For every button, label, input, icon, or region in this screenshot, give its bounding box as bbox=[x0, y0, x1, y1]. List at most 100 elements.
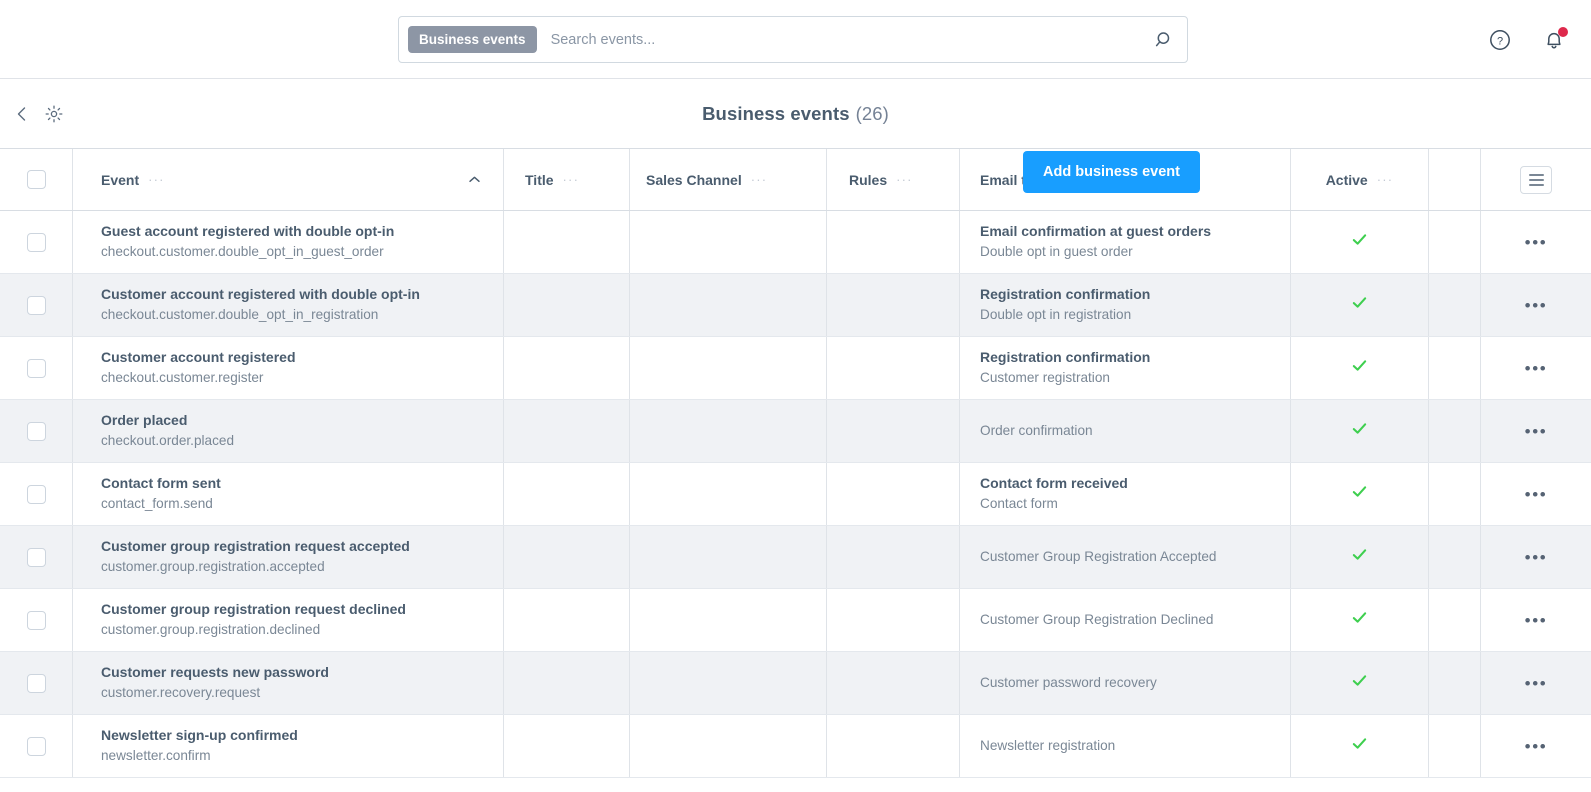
row-checkbox[interactable] bbox=[26, 421, 46, 441]
check-icon bbox=[1351, 231, 1368, 253]
cell-title bbox=[503, 337, 629, 399]
cell-active bbox=[1290, 337, 1428, 399]
select-all-checkbox[interactable] bbox=[26, 170, 46, 189]
cell-spacer bbox=[1428, 526, 1480, 588]
cell-spacer bbox=[1428, 274, 1480, 336]
column-header-active[interactable]: Active ··· bbox=[1290, 149, 1428, 210]
cell-event-key: newsletter.confirm bbox=[101, 748, 211, 764]
column-header-rules[interactable]: Rules ··· bbox=[826, 149, 959, 210]
row-checkbox[interactable] bbox=[26, 484, 46, 504]
row-context-menu-icon[interactable]: ••• bbox=[1525, 486, 1548, 503]
cell-email-template-sub: Double opt in registration bbox=[980, 307, 1132, 323]
notification-badge bbox=[1558, 26, 1568, 37]
row-checkbox[interactable] bbox=[26, 547, 46, 567]
table-row[interactable]: Customer group registration request acce… bbox=[0, 526, 1591, 589]
cell-event[interactable]: Contact form sent contact_form.send bbox=[72, 463, 503, 525]
row-checkbox[interactable] bbox=[26, 232, 46, 252]
page-title-count: (26) bbox=[855, 103, 889, 124]
check-icon bbox=[1351, 735, 1368, 757]
check-icon bbox=[1351, 357, 1368, 379]
cell-email-template-sub: Contact form bbox=[980, 496, 1058, 512]
column-header-sales-channel[interactable]: Sales Channel ··· bbox=[629, 149, 826, 210]
search-icon[interactable] bbox=[1155, 30, 1175, 50]
cell-event[interactable]: Customer account registered checkout.cust… bbox=[72, 337, 503, 399]
cell-event[interactable]: Customer account registered with double … bbox=[72, 274, 503, 336]
check-icon bbox=[1351, 672, 1368, 694]
column-header-rules-label: Rules bbox=[849, 171, 888, 188]
cell-event[interactable]: Order placed checkout.order.placed bbox=[72, 400, 503, 462]
column-menu-title-icon[interactable]: ··· bbox=[563, 173, 580, 186]
table-row[interactable]: Customer account registered with double … bbox=[0, 274, 1591, 337]
cell-active bbox=[1290, 400, 1428, 462]
column-menu-active-icon[interactable]: ··· bbox=[1377, 173, 1394, 186]
cell-sales-channel bbox=[629, 652, 826, 714]
cell-event-key: checkout.order.placed bbox=[101, 433, 235, 449]
cell-active bbox=[1290, 274, 1428, 336]
row-context-menu-icon[interactable]: ••• bbox=[1525, 612, 1548, 629]
table-row[interactable]: Contact form sent contact_form.send Contac… bbox=[0, 463, 1591, 526]
row-checkbox[interactable] bbox=[26, 358, 46, 378]
table-row[interactable]: Order placed checkout.order.placed Order c… bbox=[0, 400, 1591, 463]
row-context-menu-icon[interactable]: ••• bbox=[1525, 234, 1548, 251]
row-context-menu-icon[interactable]: ••• bbox=[1525, 549, 1548, 566]
cell-email-template: Customer Group Registration Declined bbox=[959, 589, 1290, 651]
row-context-menu-icon[interactable]: ••• bbox=[1525, 297, 1548, 314]
column-header-title[interactable]: Title ··· bbox=[503, 149, 629, 210]
cell-event[interactable]: Newsletter sign-up confirmed newsletter.c… bbox=[72, 715, 503, 777]
cell-event-key: customer.group.registration.declined bbox=[101, 622, 321, 638]
column-menu-event-icon[interactable]: ··· bbox=[148, 173, 165, 186]
page-header: Business events (26) Add business event bbox=[0, 79, 1591, 193]
row-context-menu-icon[interactable]: ••• bbox=[1525, 423, 1548, 440]
cell-event[interactable]: Guest account registered with double opt… bbox=[72, 211, 503, 273]
add-business-event-button[interactable]: Add business event bbox=[1023, 151, 1200, 193]
bell-icon[interactable] bbox=[1541, 26, 1568, 53]
cell-actions: ••• bbox=[1480, 589, 1591, 651]
help-circle-icon[interactable]: ? bbox=[1487, 27, 1513, 53]
cell-spacer bbox=[1428, 400, 1480, 462]
global-search[interactable]: Business events bbox=[398, 16, 1188, 63]
row-checkbox[interactable] bbox=[26, 673, 46, 693]
table-row[interactable]: Guest account registered with double opt… bbox=[0, 211, 1591, 274]
table-header-row: Event ··· Title ··· Sales Channel ··· Ru… bbox=[0, 149, 1591, 211]
cell-event[interactable]: Customer group registration request acce… bbox=[72, 526, 503, 588]
row-context-menu-icon[interactable]: ••• bbox=[1525, 738, 1548, 755]
cell-actions: ••• bbox=[1480, 715, 1591, 777]
column-header-event[interactable]: Event ··· bbox=[72, 149, 503, 210]
row-select-cell bbox=[0, 715, 72, 777]
row-checkbox[interactable] bbox=[26, 736, 46, 756]
table-row[interactable]: Newsletter sign-up confirmed newsletter.c… bbox=[0, 715, 1591, 778]
search-input[interactable] bbox=[536, 17, 1155, 62]
cell-title bbox=[503, 652, 629, 714]
cell-active bbox=[1290, 526, 1428, 588]
cell-rules bbox=[826, 211, 959, 273]
cell-event[interactable]: Customer requests new password customer.r… bbox=[72, 652, 503, 714]
cell-spacer bbox=[1428, 715, 1480, 777]
cell-event-name: Guest account registered with double opt… bbox=[101, 223, 395, 240]
column-header-active-label: Active bbox=[1325, 171, 1368, 188]
cell-sales-channel bbox=[629, 589, 826, 651]
column-menu-rules-icon[interactable]: ··· bbox=[896, 173, 913, 186]
row-context-menu-icon[interactable]: ••• bbox=[1525, 360, 1548, 377]
sort-ascending-icon[interactable] bbox=[468, 175, 481, 184]
row-select-cell bbox=[0, 652, 72, 714]
row-checkbox[interactable] bbox=[26, 610, 46, 630]
check-icon bbox=[1351, 294, 1368, 316]
table-row[interactable]: Customer account registered checkout.cust… bbox=[0, 337, 1591, 400]
search-scope-pill[interactable]: Business events bbox=[408, 25, 537, 54]
cell-actions: ••• bbox=[1480, 337, 1591, 399]
cell-rules bbox=[826, 463, 959, 525]
column-menu-sales-channel-icon[interactable]: ··· bbox=[751, 173, 768, 186]
cell-event-key: contact_form.send bbox=[101, 496, 213, 512]
table-row[interactable]: Customer group registration request decl… bbox=[0, 589, 1591, 652]
check-icon bbox=[1351, 609, 1368, 631]
list-settings-icon[interactable] bbox=[1520, 165, 1552, 194]
page-title: Business events (26) bbox=[0, 79, 1591, 149]
cell-title bbox=[503, 589, 629, 651]
table-row[interactable]: Customer requests new password customer.r… bbox=[0, 652, 1591, 715]
cell-active bbox=[1290, 715, 1428, 777]
row-checkbox[interactable] bbox=[26, 295, 46, 315]
row-context-menu-icon[interactable]: ••• bbox=[1525, 675, 1548, 692]
cell-event[interactable]: Customer group registration request decl… bbox=[72, 589, 503, 651]
cell-spacer bbox=[1428, 337, 1480, 399]
cell-title bbox=[503, 715, 629, 777]
